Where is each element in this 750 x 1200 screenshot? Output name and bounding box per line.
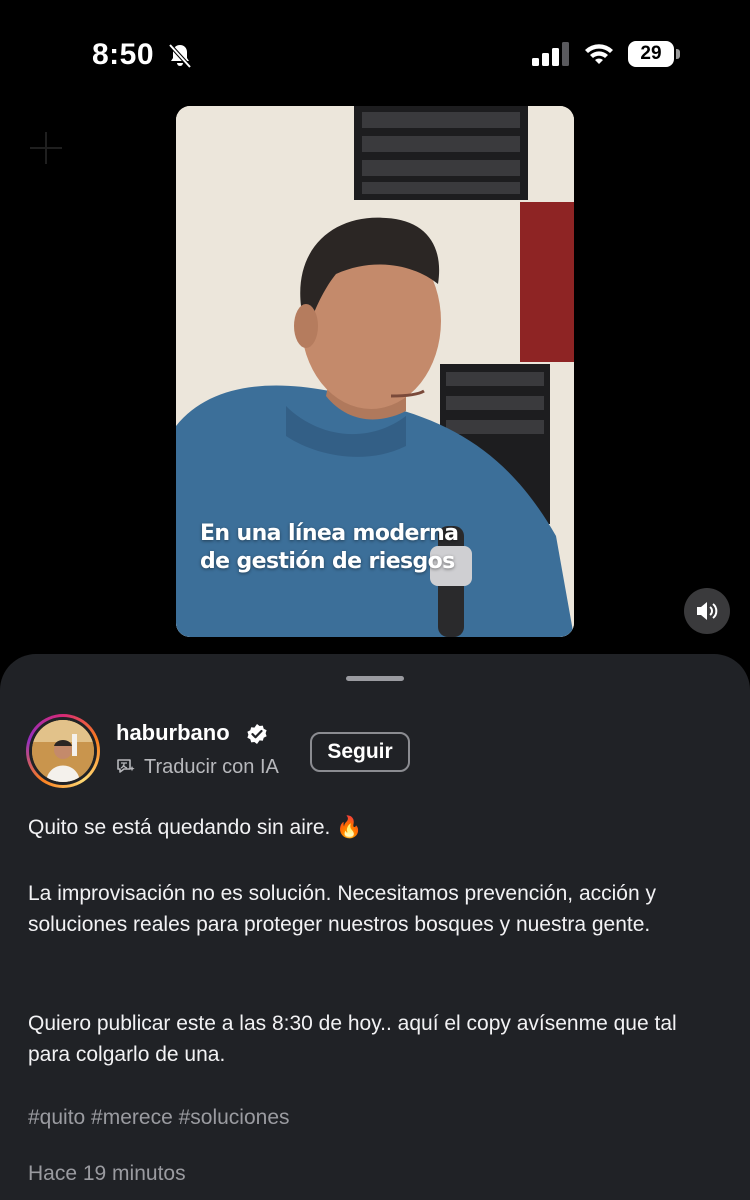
bell-slash-icon xyxy=(168,43,192,69)
screen: 8:50 29 En una línea moderna de gestión … xyxy=(0,0,750,1200)
mute-button[interactable] xyxy=(684,588,730,634)
video-player[interactable]: En una línea moderna de gestión de riesg… xyxy=(176,106,574,637)
post-timestamp: Hace 19 minutos xyxy=(28,1162,186,1185)
faint-plus-icon xyxy=(30,132,62,164)
cellular-signal-icon xyxy=(532,42,569,66)
translate-label: Traducir con IA xyxy=(144,756,279,778)
status-bar: 8:50 29 xyxy=(0,0,750,100)
status-time: 8:50 xyxy=(92,38,155,71)
hashtags[interactable]: #quito #merece #soluciones xyxy=(28,1106,290,1130)
wifi-icon xyxy=(585,44,613,64)
post-details-sheet: haburbano Traducir con IA Seguir Quito s… xyxy=(0,654,750,1200)
caption-paragraph-3: Quiero publicar este a las 8:30 de hoy..… xyxy=(28,1012,677,1066)
acoustic-panel-top xyxy=(354,106,528,200)
battery-icon: 29 xyxy=(628,41,682,67)
battery-level: 29 xyxy=(628,41,674,67)
avatar-story-ring[interactable] xyxy=(26,714,100,788)
red-panel xyxy=(520,202,574,362)
speaker-icon xyxy=(697,602,718,620)
follow-button[interactable]: Seguir xyxy=(310,732,410,772)
username[interactable]: haburbano xyxy=(116,720,230,746)
verified-badge-icon xyxy=(247,724,267,744)
caption-paragraph-1: Quito se está quedando sin aire. 🔥 xyxy=(28,816,363,839)
translate-ai-icon xyxy=(117,759,135,773)
avatar[interactable] xyxy=(32,720,94,782)
sheet-grabber[interactable] xyxy=(346,676,404,681)
caption-paragraph-2: La improvisación no es solución. Necesit… xyxy=(28,882,656,936)
video-caption: En una línea moderna de gestión de riesg… xyxy=(200,520,560,576)
video-caption-line2: de gestión de riesgos xyxy=(200,549,455,574)
video-caption-line1: En una línea moderna xyxy=(200,521,459,546)
